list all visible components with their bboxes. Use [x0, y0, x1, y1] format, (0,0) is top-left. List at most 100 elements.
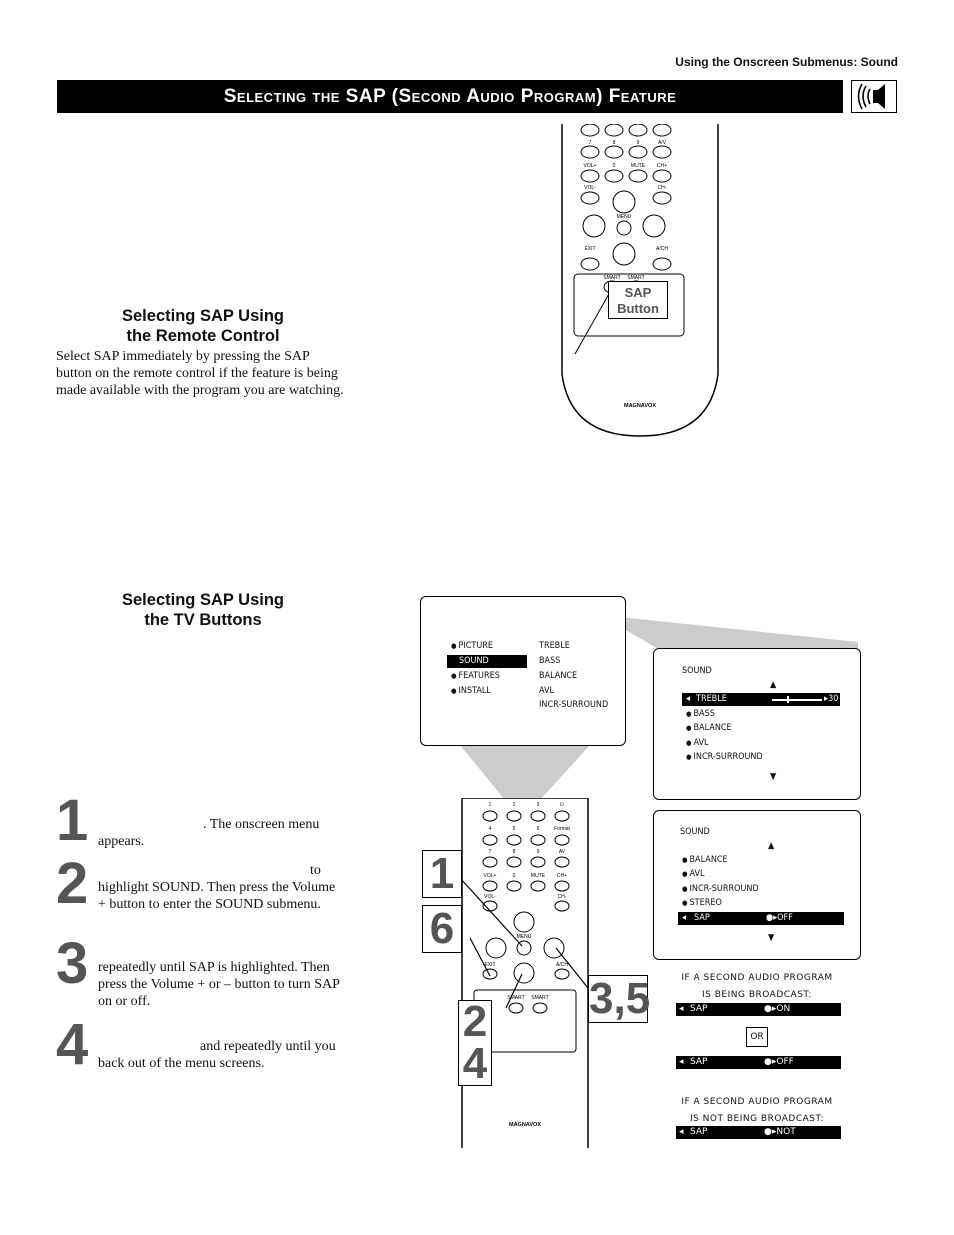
bar-label: SAP	[690, 1127, 708, 1137]
item-label: TREBLE	[696, 694, 727, 704]
svg-text:AV: AV	[559, 849, 566, 855]
menu-item: AVL	[686, 737, 709, 750]
caption-line: IS BEING BROADCAST:	[702, 990, 812, 1000]
scroll-up-icon: ▲	[768, 841, 775, 851]
menu-item-selected: ◂ TREBLE ▸30	[682, 693, 840, 706]
menu-item: BALANCE	[686, 722, 732, 735]
bar-label: SAP	[690, 1004, 708, 1014]
menu-item: INSTALL	[451, 685, 491, 698]
manual-page: Using the Onscreen Submenus: Sound Selec…	[0, 0, 954, 1235]
svg-text:CH+: CH+	[557, 873, 567, 879]
value-text: 30	[828, 694, 839, 704]
svg-text:⏻: ⏻	[560, 802, 564, 808]
submenu-item: INCR-SURROUND	[539, 700, 609, 710]
section1-heading: Selecting SAP Using the Remote Control	[88, 306, 318, 346]
callout-number: 3,5	[588, 974, 651, 1023]
svg-text:2: 2	[513, 802, 516, 808]
svg-text:0: 0	[513, 873, 516, 879]
menu-item: PICTURE	[451, 640, 494, 653]
callout-number-stack: 2 4	[458, 1000, 492, 1086]
value: ▸30	[824, 694, 839, 704]
menu-title: SOUND	[680, 827, 710, 837]
value: ●▸OFF	[766, 913, 793, 923]
svg-text:0: 0	[613, 163, 616, 169]
svg-text:SMART: SMART	[531, 995, 548, 1001]
callout-number: 6	[422, 905, 462, 953]
main-menu-screen: PICTURE SOUND FEATURES INSTALL TREBLE BA…	[420, 596, 626, 746]
svg-text:7: 7	[489, 849, 492, 855]
svg-text:6: 6	[537, 826, 540, 832]
svg-text:9: 9	[537, 849, 540, 855]
speaker-sound-icon	[851, 80, 897, 113]
svg-text:8: 8	[513, 849, 516, 855]
sap-off-bar: ◂ SAP ●▸ OFF	[676, 1056, 841, 1069]
svg-text:CH+: CH+	[657, 163, 667, 169]
menu-item: AVL	[682, 868, 705, 881]
caption-not-broadcast: IF A SECOND AUDIO PROGRAM IS NOT BEING B…	[662, 1094, 852, 1128]
value-text: NOT AVAILABLE	[776, 1127, 825, 1150]
heading-line: the Remote Control	[126, 327, 280, 345]
treble-slider	[772, 696, 822, 703]
step-number: 4	[56, 1012, 89, 1077]
svg-text:A/CH: A/CH	[656, 246, 668, 252]
sound-menu-screen-2: SOUND ▲ BALANCE AVL INCR-SURROUND STEREO…	[653, 810, 861, 960]
section2-heading: Selecting SAP Using the TV Buttons	[88, 590, 318, 630]
step-number: 1	[56, 788, 89, 853]
svg-text:A/CH: A/CH	[556, 962, 568, 968]
left-arrow-icon: ◂	[686, 694, 691, 704]
caption-broadcast: IF A SECOND AUDIO PROGRAM IS BEING BROAD…	[662, 970, 852, 1004]
bar-value: ●▸ NOT AVAILABLE	[764, 1127, 825, 1150]
running-header: Using the Onscreen Submenus: Sound	[675, 55, 898, 69]
svg-text:A/V: A/V	[658, 140, 667, 146]
svg-text:EXIT: EXIT	[484, 962, 495, 968]
bar-label: SAP	[690, 1057, 708, 1067]
svg-text:1: 1	[489, 802, 492, 808]
menu-item-selected: ◂ SAP ●▸OFF	[678, 912, 844, 925]
menu-item: STEREO	[682, 897, 722, 910]
scroll-up-icon: ▲	[770, 680, 777, 690]
remote-control-bottom: 1 2 3 ⏻ 4 5 6 Format 7 8 9 AV VOL+ 0 MUTE CH+ VOL- CH…	[459, 797, 590, 1148]
svg-text:7: 7	[589, 140, 592, 146]
sap-button-callout: SAP Button	[608, 281, 668, 319]
bar-value: ●▸ OFF	[764, 1057, 794, 1067]
or-label: OR	[746, 1027, 768, 1047]
value-text: OFF	[776, 1057, 794, 1067]
svg-text:EXIT: EXIT	[584, 246, 595, 252]
bar-value: ●▸ ON	[764, 1004, 791, 1014]
svg-text:VOL+: VOL+	[484, 873, 497, 879]
svg-text:3: 3	[537, 802, 540, 808]
caption-line: IF A SECOND AUDIO PROGRAM	[681, 1097, 833, 1107]
svg-text:CH-: CH-	[658, 185, 667, 191]
svg-text:MENU: MENU	[617, 214, 632, 220]
callout-number: 1	[422, 850, 462, 898]
section1-body: Select SAP immediately by pressing the S…	[56, 349, 344, 398]
heading-line: the TV Buttons	[144, 611, 262, 629]
svg-text:MAGNAVOX: MAGNAVOX	[624, 403, 656, 409]
submenu-item: TREBLE	[539, 641, 570, 651]
menu-item: BALANCE	[682, 854, 728, 867]
heading-line: Selecting SAP Using	[122, 591, 284, 609]
submenu-item: BALANCE	[539, 671, 578, 681]
step-text: repeatedly until SAP is highlighted. The…	[98, 960, 340, 1009]
callout-number: 4	[462, 1039, 488, 1088]
value-text: ON	[776, 1004, 791, 1014]
callout-line: SAP	[624, 285, 652, 300]
step-text: . The onscreen menu appears.	[98, 817, 320, 849]
sap-on-bar: ◂ SAP ●▸ ON	[676, 1003, 841, 1016]
scroll-down-icon: ▼	[768, 933, 775, 943]
svg-text:MUTE: MUTE	[531, 873, 546, 879]
svg-text:Format: Format	[554, 826, 570, 832]
svg-text:4: 4	[489, 826, 492, 832]
item-label: SAP	[694, 913, 710, 923]
svg-text:5: 5	[513, 826, 516, 832]
scroll-down-icon: ▼	[770, 772, 777, 782]
sound-menu-screen-1: SOUND ▲ ◂ TREBLE ▸30 BASS BALANCE AVL IN…	[653, 648, 861, 800]
menu-title: SOUND	[682, 666, 712, 676]
svg-text:VOL-: VOL-	[484, 894, 496, 900]
svg-text:9: 9	[637, 140, 640, 146]
svg-text:VOL+: VOL+	[584, 163, 597, 169]
submenu-item: BASS	[539, 656, 561, 666]
caption-line: IF A SECOND AUDIO PROGRAM	[681, 973, 833, 983]
menu-item-selected: SOUND	[447, 655, 527, 668]
step-number: 3	[56, 931, 89, 996]
